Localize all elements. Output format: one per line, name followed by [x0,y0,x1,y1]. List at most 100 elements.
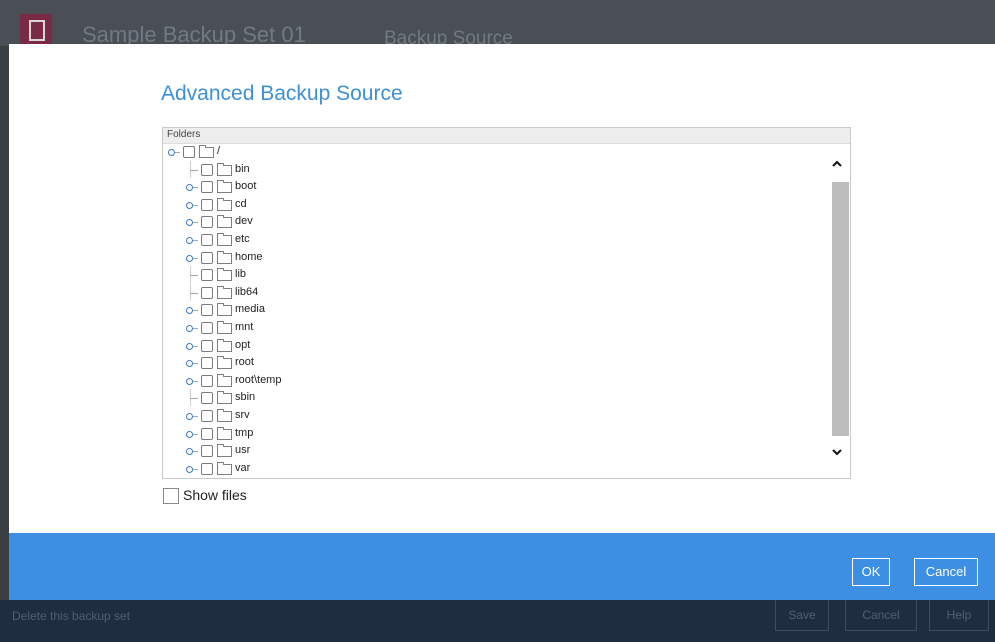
folders-header-label: Folders [167,129,201,140]
checkbox-icon[interactable] [201,269,213,282]
checkbox-icon[interactable] [201,216,213,229]
checkbox-icon[interactable] [201,339,213,352]
checkbox-icon[interactable] [201,322,213,334]
background-help-button[interactable]: Help [929,599,989,631]
tree-expander-icon[interactable] [185,213,199,230]
chevron-down-icon[interactable] [831,446,843,458]
tree-row[interactable]: root [185,354,665,371]
tree-expander-icon[interactable] [185,178,199,195]
folder-icon [199,145,214,158]
tree-expander-icon[interactable] [185,407,199,424]
checkbox-icon[interactable] [201,410,213,422]
show-files-label: Show files [183,487,247,503]
folder-icon [217,233,232,246]
tree-item-label: root\temp [235,373,282,386]
folder-icon [217,426,232,440]
tree-expander-icon[interactable] [167,143,181,160]
show-files-checkbox[interactable] [163,488,179,504]
scrollbar-thumb[interactable] [832,182,849,436]
tree-expander-icon[interactable] [185,460,199,477]
tree-item-label: home [235,250,263,263]
checkbox-icon[interactable] [201,462,213,475]
tree-row[interactable]: dev [185,213,665,230]
folder-icon [217,162,232,176]
folder-icon [217,461,232,475]
tree-row[interactable]: media [185,301,665,318]
ok-button[interactable]: OK [852,558,890,586]
cancel-button[interactable]: Cancel [914,558,978,586]
tree-row[interactable]: home [185,249,665,266]
folder-icon [217,250,232,264]
tree-row[interactable]: lib64 [185,283,665,301]
checkbox-icon[interactable] [201,445,213,458]
tree-item-label: tmp [235,426,254,439]
tree-expander-icon[interactable] [185,442,199,459]
tree-row[interactable]: etc [185,231,665,248]
tree-item-label: sbin [235,391,256,404]
tree-item-label: etc [235,233,250,245]
tree-row[interactable]: bin [185,160,665,178]
tree-item-label: opt [235,338,251,351]
tree-root-row[interactable]: / [167,143,647,160]
tree-row[interactable]: root\temp [185,372,665,389]
tree-row[interactable]: sbin [185,389,665,407]
checkbox-icon[interactable] [201,357,213,370]
dialog-title: Advanced Backup Source [161,82,403,105]
tree-item-label: lib [235,268,247,281]
tree-expander-icon[interactable] [185,337,199,354]
tree-expander-icon[interactable] [185,249,199,266]
tree-item-label: boot [235,180,257,193]
tree-row[interactable]: srv [185,407,665,424]
tree-row[interactable]: var [185,460,665,477]
tree-expander-icon[interactable] [185,425,199,442]
tree-item-label: usr [235,444,251,457]
tree-row[interactable]: cd [185,196,665,213]
backup-set-icon [20,14,52,46]
tree-item-label: root [235,356,254,369]
delete-backup-set-link[interactable]: Delete this backup set [12,609,130,623]
checkbox-icon[interactable] [201,304,213,317]
tree-item-label: dev [235,215,253,228]
checkbox-icon[interactable] [201,251,213,264]
tree-expander-icon[interactable] [185,354,199,371]
checkbox-icon[interactable] [201,234,213,246]
background-save-button[interactable]: Save [775,599,829,631]
folder-icon [217,391,232,405]
checkbox-icon[interactable] [201,427,213,440]
checkbox-icon[interactable] [201,374,213,387]
tree-row[interactable]: lib [185,266,665,284]
folder-icon [217,303,232,317]
tree-row[interactable]: opt [185,337,665,354]
folder-icon [217,444,232,458]
tree-item-label: mnt [235,321,254,333]
chevron-up-icon[interactable] [831,158,843,170]
folder-icon [217,373,232,387]
checkbox-icon[interactable] [201,198,213,211]
folder-icon [217,338,232,352]
folder-icon [217,215,232,229]
tree-expander-icon[interactable] [185,231,199,248]
tree-item-label: bin [235,162,250,175]
tree-item-label: cd [235,197,247,210]
tree-expander-icon[interactable] [185,301,199,318]
checkbox-icon[interactable] [201,392,213,405]
tree-row[interactable]: tmp [185,425,665,442]
tree-row[interactable]: boot [185,178,665,195]
tree-row[interactable]: mnt [185,319,665,336]
tree-expander-icon [185,160,199,178]
folder-icon [217,268,232,282]
checkbox-icon[interactable] [201,286,213,299]
checkbox-icon[interactable] [183,146,195,158]
advanced-backup-source-dialog: Advanced Backup Source Folders / bin boot c… [9,44,995,600]
tree-expander-icon [185,266,199,284]
folder-icon [217,285,232,299]
checkbox-icon[interactable] [201,181,213,194]
folder-icon [217,180,232,194]
tree-expander-icon[interactable] [185,196,199,213]
tree-expander-icon[interactable] [185,319,199,336]
background-cancel-button[interactable]: Cancel [845,599,917,631]
tree-item-label: srv [235,409,250,421]
checkbox-icon[interactable] [201,163,213,176]
tree-expander-icon[interactable] [185,372,199,389]
tree-row[interactable]: usr [185,442,665,459]
